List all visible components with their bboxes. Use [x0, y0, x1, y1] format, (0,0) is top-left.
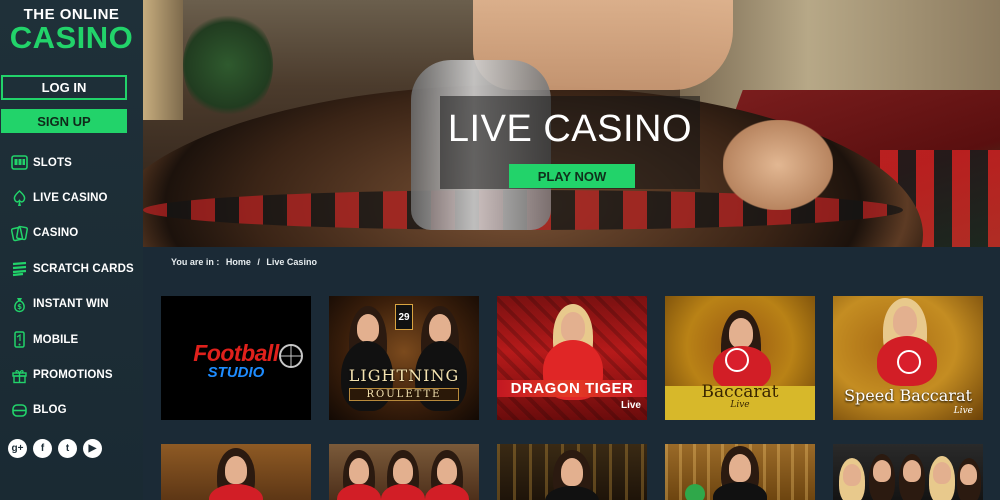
dealer-face-image [561, 458, 583, 486]
game-tile-speed-baccarat[interactable]: Speed Baccarat Live [833, 296, 983, 420]
game-tile-baccarat[interactable]: Baccarat Live [665, 296, 815, 420]
breadcrumb-prefix: You are in : [171, 257, 220, 267]
nav-item-slots[interactable]: SLOTS [0, 145, 143, 180]
nav-label: MOBILE [33, 333, 79, 346]
game-title-line2: Live [953, 406, 973, 416]
hero-banner: LIVE CASINO PLAY NOW [143, 0, 1000, 247]
signup-button[interactable]: SIGN UP [1, 109, 127, 133]
dealer-face-image [357, 314, 379, 342]
hero-background-plant [183, 10, 273, 120]
game-tile-football-studio[interactable]: Football STUDIO [161, 296, 311, 420]
social-links: g+ f t ▶ [8, 439, 102, 458]
game-tile-row2-5[interactable] [833, 444, 983, 500]
slots-icon [10, 154, 28, 172]
nav-label: BLOG [33, 404, 67, 417]
dealer-face-image [933, 462, 951, 484]
nav-item-instant-win[interactable]: $ INSTANT WIN [0, 287, 143, 322]
game-title-line1: Baccarat [701, 382, 779, 402]
dealer-face-image [843, 464, 861, 486]
logo-line2: CASINO [9, 20, 134, 55]
money-bag-icon: $ [10, 295, 28, 313]
dealer-face-image [729, 318, 753, 348]
nav-label: CASINO [33, 227, 79, 240]
breadcrumb-current: Live Casino [266, 257, 317, 267]
nav-label: PROMOTIONS [33, 369, 113, 382]
breadcrumb-home[interactable]: Home [226, 257, 251, 267]
sidebar: THE ONLINE CASINO LOG IN SIGN UP SLOTS L… [0, 0, 143, 500]
chip-icon [685, 484, 705, 500]
nav-item-mobile[interactable]: MOBILE [0, 322, 143, 357]
game-tile-row2-1[interactable] [161, 444, 311, 500]
dealer-face-image [429, 314, 451, 342]
nav-item-live-casino[interactable]: LIVE CASINO [0, 180, 143, 215]
dealer-face-image [349, 458, 369, 484]
scratch-cards-icon [10, 260, 28, 278]
game-tile-row2-4[interactable] [665, 444, 815, 500]
game-title-line2: Live [730, 400, 750, 410]
dealer-face-image [960, 464, 977, 485]
blog-icon [10, 401, 28, 419]
cards-icon [10, 224, 28, 242]
facebook-icon[interactable]: f [33, 439, 52, 458]
nav-label: SLOTS [33, 156, 72, 169]
game-tile-row2-3[interactable] [497, 444, 647, 500]
game-title-line2: ROULETTE [349, 388, 459, 401]
dealer-face-image [873, 460, 891, 482]
dealer-face-image [437, 458, 457, 484]
game-tile-dragon-tiger[interactable]: DRAGON TIGER Live [497, 296, 647, 420]
nav-label: LIVE CASINO [33, 192, 108, 205]
breadcrumb-separator: / [257, 257, 260, 267]
dealer-face-image [893, 306, 917, 336]
hero-background-pillar [143, 0, 183, 120]
hero-title: LIVE CASINO [447, 108, 693, 150]
breadcrumb: You are in : Home / Live Casino [171, 257, 321, 267]
twitter-icon[interactable]: t [58, 439, 77, 458]
lightning-number: 29 [395, 304, 413, 330]
dealer-face-image [393, 458, 413, 484]
dealer-face-image [903, 460, 921, 482]
nav-label: INSTANT WIN [33, 298, 109, 311]
dealer-face-image [729, 454, 751, 482]
nav-item-scratch-cards[interactable]: SCRATCH CARDS [0, 251, 143, 286]
site-logo[interactable]: THE ONLINE CASINO [0, 6, 143, 53]
nav-item-promotions[interactable]: PROMOTIONS [0, 357, 143, 392]
live-casino-icon [10, 189, 28, 207]
nav-label: SCRATCH CARDS [33, 262, 134, 275]
dealer-hand-image [723, 120, 833, 210]
game-tile-row2-2[interactable] [329, 444, 479, 500]
football-studio-logo-icon [279, 344, 303, 368]
game-title-line1: Speed Baccarat [844, 386, 972, 405]
game-title-line2: Live [620, 400, 641, 411]
dealer-face-image [225, 456, 247, 484]
main-nav: SLOTS LIVE CASINO CASINO SCRATCH CARDS $… [0, 145, 143, 428]
evolution-badge-icon [897, 350, 921, 374]
nav-item-blog[interactable]: BLOG [0, 393, 143, 428]
game-title-line1: DRAGON TIGER [497, 380, 647, 397]
game-title-line1: LIGHTNING [348, 366, 460, 385]
youtube-icon[interactable]: ▶ [83, 439, 102, 458]
login-button[interactable]: LOG IN [1, 75, 127, 100]
svg-text:$: $ [17, 303, 22, 311]
gift-icon [10, 366, 28, 384]
dealer-face-image [561, 312, 585, 342]
mobile-icon [10, 331, 28, 349]
nav-item-casino[interactable]: CASINO [0, 216, 143, 251]
evolution-badge-icon [725, 348, 749, 372]
game-tile-lightning-roulette[interactable]: 29 LIGHTNING ROULETTE [329, 296, 479, 420]
google-plus-icon[interactable]: g+ [8, 439, 27, 458]
play-now-button[interactable]: PLAY NOW [509, 164, 635, 188]
